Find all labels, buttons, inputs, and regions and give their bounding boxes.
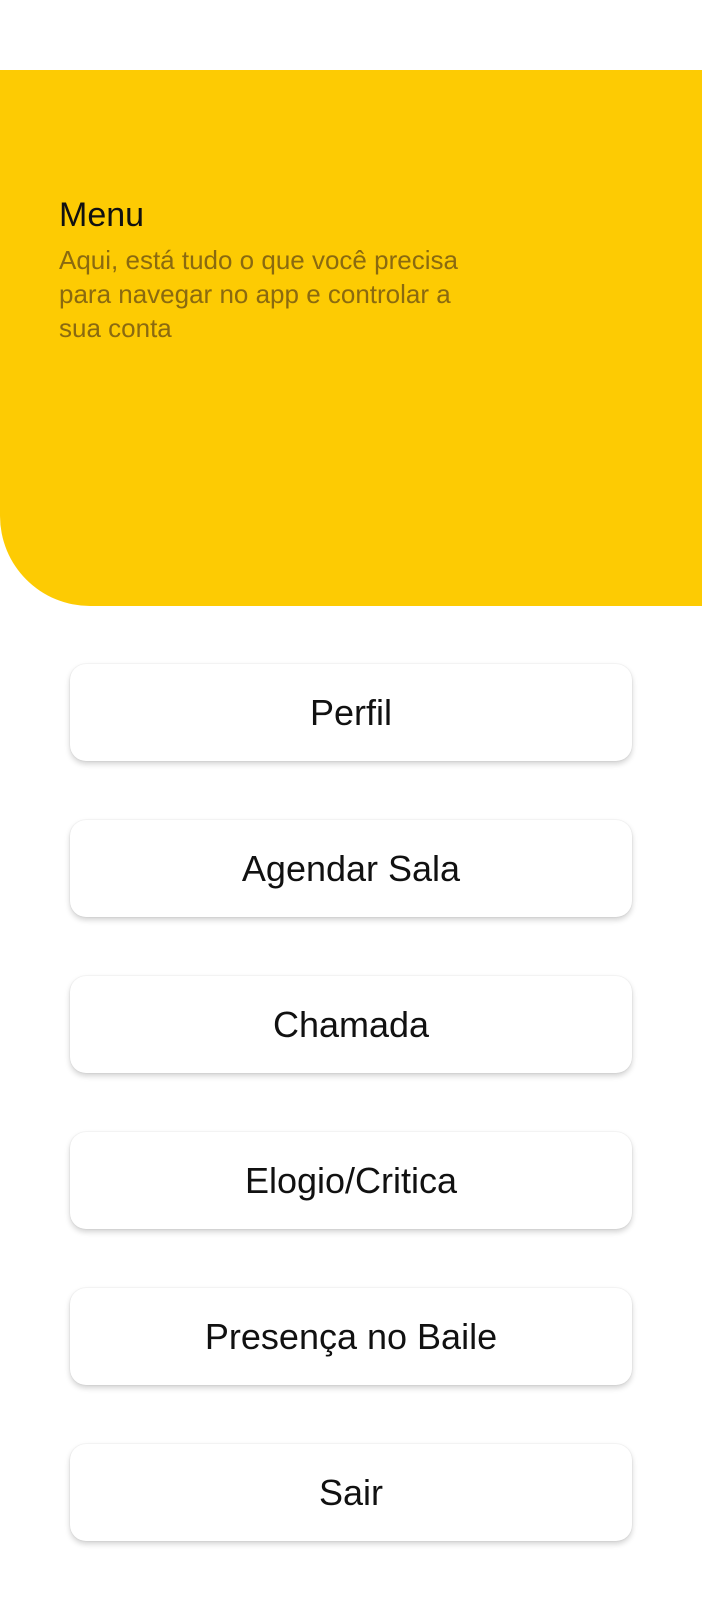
- presenca-no-baile-button[interactable]: Presença no Baile: [70, 1288, 632, 1385]
- menu-header: Menu Aqui, está tudo o que você precisa …: [0, 70, 702, 606]
- agendar-sala-button[interactable]: Agendar Sala: [70, 820, 632, 917]
- elogio-critica-button[interactable]: Elogio/Critica: [70, 1132, 632, 1229]
- menu-item-sair: Sair: [70, 1444, 632, 1541]
- chamada-button[interactable]: Chamada: [70, 976, 632, 1073]
- menu-list: Perfil Agendar Sala Chamada Elogio/Criti…: [70, 664, 632, 1600]
- menu-item-perfil: Perfil: [70, 664, 632, 761]
- page-subtitle: Aqui, está tudo o que você precisa para …: [59, 245, 458, 343]
- menu-item-presenca-no-baile: Presença no Baile: [70, 1288, 632, 1385]
- page-title: Menu: [59, 196, 145, 234]
- menu-item-chamada: Chamada: [70, 976, 632, 1073]
- menu-item-agendar-sala: Agendar Sala: [70, 820, 632, 917]
- menu-item-elogio-critica: Elogio/Critica: [70, 1132, 632, 1229]
- sair-button[interactable]: Sair: [70, 1444, 632, 1541]
- perfil-button[interactable]: Perfil: [70, 664, 632, 761]
